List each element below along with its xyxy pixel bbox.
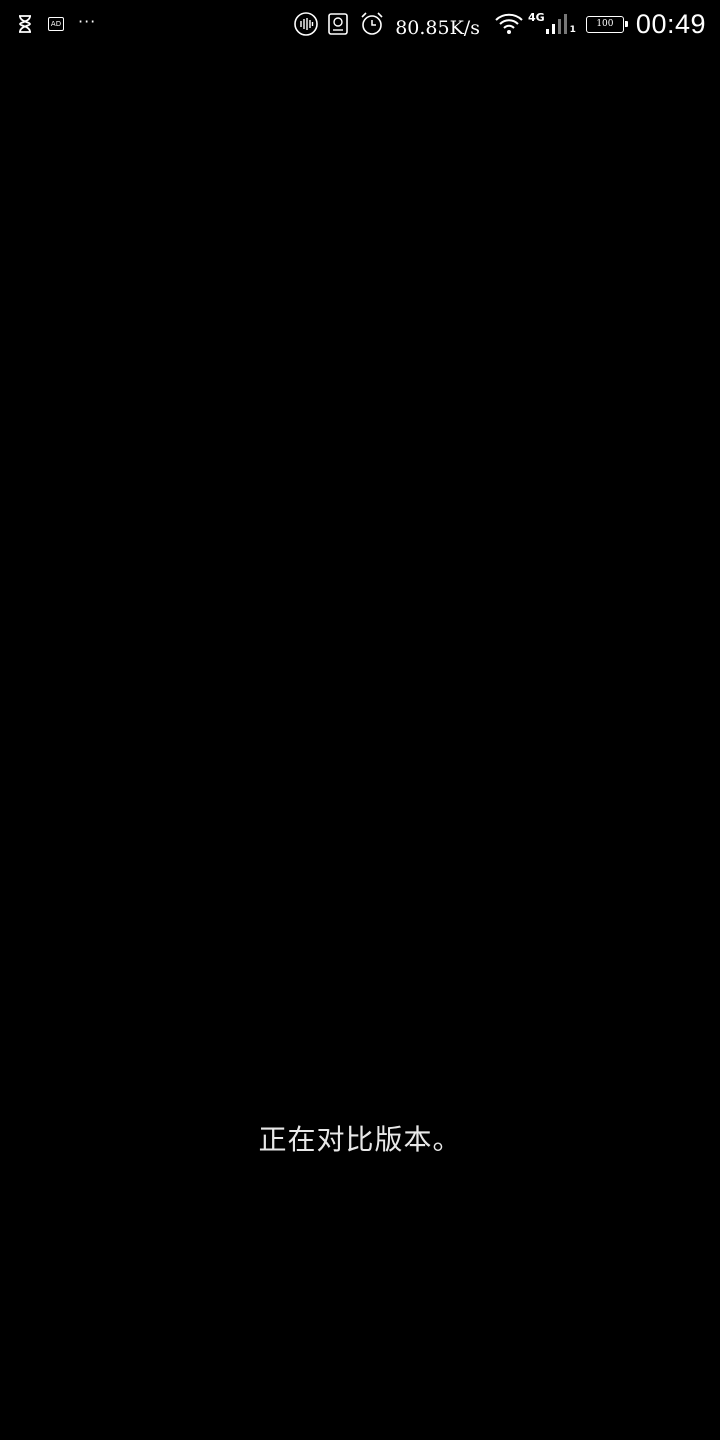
sound-wave-icon (293, 11, 319, 37)
sim-slot-number: 1 (569, 25, 576, 35)
status-bar: AD ··· 80.85K/s 4G 1 100 00:49 (0, 0, 720, 48)
hourglass-icon (16, 14, 34, 34)
ad-icon: AD (48, 17, 64, 31)
battery-icon: 100 (585, 15, 628, 33)
alarm-clock-icon (359, 11, 385, 37)
wifi-icon (494, 12, 524, 36)
loading-message: 正在对比版本。 (258, 1123, 462, 1156)
status-bar-right: 80.85K/s 4G 1 100 00:49 (293, 6, 706, 42)
more-dots-icon: ··· (78, 12, 97, 31)
network-speed: 80.85K/s (395, 17, 480, 39)
status-bar-left: AD ··· (16, 10, 96, 38)
signal-icon (545, 12, 569, 36)
battery-level: 100 (596, 18, 614, 29)
status-clock: 00:49 (635, 8, 706, 39)
sim-manager-icon (327, 12, 349, 36)
screen: AD ··· 80.85K/s 4G 1 100 00:49 正在对比版本。 (0, 0, 720, 1440)
network-type: 4G (527, 10, 545, 24)
